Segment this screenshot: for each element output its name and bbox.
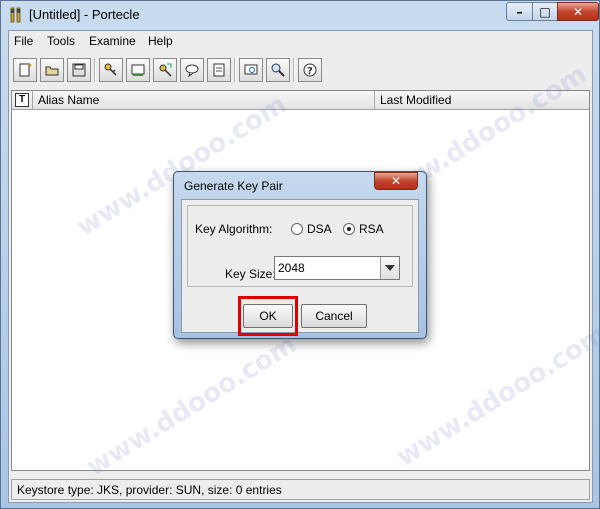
- dialog-close-button[interactable]: ✕: [374, 172, 418, 190]
- examine-crl-icon: [271, 63, 285, 77]
- import-key-pair-button[interactable]: [180, 58, 204, 82]
- examine-certificate-button[interactable]: [239, 58, 263, 82]
- key-size-combo[interactable]: 2048: [274, 256, 400, 280]
- save-keystore-icon: [72, 63, 86, 77]
- menu-examine[interactable]: Examine: [89, 34, 136, 48]
- menu-bar: File Tools Examine Help: [9, 31, 592, 53]
- toolbar-separator: [234, 58, 236, 82]
- close-icon: ✕: [390, 174, 402, 188]
- column-type-header[interactable]: T: [12, 91, 33, 110]
- rsa-radio[interactable]: [343, 223, 355, 235]
- key-size-value[interactable]: 2048: [278, 261, 305, 275]
- rsa-label[interactable]: RSA: [359, 222, 384, 236]
- dialog-title: Generate Key Pair: [184, 179, 283, 193]
- app-window: [Untitled] - Portecle – □ ✕ File Tools E…: [0, 0, 600, 509]
- menu-file[interactable]: File: [14, 34, 33, 48]
- toolbar: ?: [9, 55, 592, 87]
- examine-crl-button[interactable]: [266, 58, 290, 82]
- open-keystore-icon: [45, 66, 59, 76]
- menu-help[interactable]: Help: [148, 34, 173, 48]
- close-icon: ✕: [572, 4, 584, 19]
- svg-text:?: ?: [307, 66, 313, 77]
- new-keystore-button[interactable]: [13, 58, 37, 82]
- cancel-button[interactable]: Cancel: [301, 304, 367, 328]
- generate-certificate-button[interactable]: [126, 58, 150, 82]
- set-password-button[interactable]: [207, 58, 231, 82]
- import-key-pair-icon: [185, 64, 199, 78]
- set-password-icon: [213, 63, 225, 77]
- column-modified-header[interactable]: Last Modified: [375, 91, 589, 110]
- help-icon: ?: [303, 63, 317, 77]
- minimize-icon: –: [516, 4, 523, 19]
- maximize-icon: □: [539, 4, 551, 19]
- minimize-button[interactable]: –: [506, 2, 533, 21]
- examine-certificate-icon: [244, 64, 258, 75]
- new-keystore-icon: [19, 63, 32, 77]
- ok-highlight-box: [238, 296, 298, 336]
- import-trusted-icon: [159, 63, 172, 77]
- key-size-label: Key Size:: [225, 267, 276, 281]
- dsa-label[interactable]: DSA: [307, 222, 332, 236]
- column-alias-header[interactable]: Alias Name: [33, 91, 375, 110]
- generate-key-pair-icon: [104, 63, 117, 76]
- help-button[interactable]: ?: [298, 58, 322, 82]
- portecle-app-icon: [10, 7, 21, 23]
- window-title: [Untitled] - Portecle: [29, 7, 140, 22]
- title-bar[interactable]: [Untitled] - Portecle – □ ✕: [1, 1, 599, 30]
- toolbar-separator: [94, 58, 96, 82]
- entry-type-icon: T: [15, 93, 29, 107]
- status-bar: Keystore type: JKS, provider: SUN, size:…: [11, 479, 590, 500]
- menu-tools[interactable]: Tools: [47, 34, 75, 48]
- maximize-button[interactable]: □: [532, 2, 558, 21]
- dsa-radio[interactable]: [291, 223, 303, 235]
- toolbar-separator: [293, 58, 295, 82]
- chevron-down-icon[interactable]: [380, 257, 399, 279]
- generate-certificate-icon: [131, 64, 145, 76]
- close-button[interactable]: ✕: [557, 2, 599, 21]
- open-keystore-button[interactable]: [40, 58, 64, 82]
- generate-key-pair-dialog: Generate Key Pair ✕ Key Algorithm: DSA R…: [173, 171, 427, 339]
- dialog-body: Key Algorithm: DSA RSA Key Size: 2048 OK…: [181, 199, 419, 336]
- save-keystore-button[interactable]: [67, 58, 91, 82]
- key-algorithm-label: Key Algorithm:: [195, 222, 273, 236]
- table-header: T Alias Name Last Modified: [12, 91, 589, 110]
- generate-key-pair-button[interactable]: [99, 58, 123, 82]
- import-trusted-button[interactable]: [153, 58, 177, 82]
